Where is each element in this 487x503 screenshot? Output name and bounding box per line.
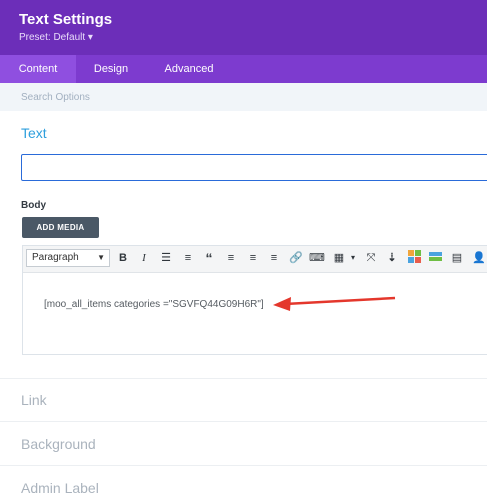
section-background-title[interactable]: Background xyxy=(21,436,96,452)
section-link-title[interactable]: Link xyxy=(21,392,47,408)
divider xyxy=(0,465,487,466)
section-admin-label-title[interactable]: Admin Label xyxy=(21,480,99,496)
red-arrow-icon xyxy=(273,296,396,311)
divider xyxy=(0,421,487,422)
divider xyxy=(0,378,487,379)
